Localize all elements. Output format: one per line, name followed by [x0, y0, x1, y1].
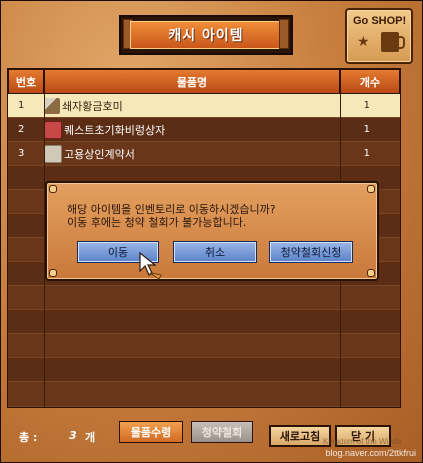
contract-icon — [44, 144, 62, 163]
row-item-name: 퀘스트초기화비렁상자 — [64, 123, 166, 137]
empty-row — [8, 358, 400, 382]
refresh-button[interactable]: 새로고침 — [269, 425, 331, 447]
cup-icon — [381, 32, 405, 52]
header-number: 번호 — [8, 69, 44, 94]
hammer-icon — [44, 97, 60, 114]
total-unit: 개 — [85, 431, 96, 444]
row-item-name: 쇄자황금호미 — [62, 99, 123, 113]
dialog-message-line1: 해당 아이템을 인벤토리로 이동하시겠습니까? — [67, 203, 276, 216]
row-item-name: 고용상인계약서 — [64, 147, 135, 161]
gift-box-icon — [44, 120, 62, 139]
receive-item-button[interactable]: 물품수령 — [119, 421, 183, 443]
empty-row — [8, 382, 400, 407]
title-cap-right — [279, 19, 289, 49]
watermark: blog.naver.com/2ttkfrui — [325, 448, 416, 458]
title-plate: 캐시 아이템 — [119, 15, 293, 55]
empty-row — [8, 310, 400, 334]
star-icon: ★ — [357, 34, 370, 50]
dialog-corner — [49, 185, 57, 193]
withdraw-request-button[interactable]: 청약철회신청 — [269, 241, 353, 263]
row-count: 1 — [363, 124, 370, 135]
goshop-button[interactable]: Go SHOP! ★ — [345, 8, 413, 64]
table-header: 번호 물품명 개수 — [8, 69, 400, 94]
row-count: 1 — [363, 148, 370, 159]
total-count: 3 — [69, 429, 77, 442]
header-count: 개수 — [340, 69, 400, 94]
dialog-message: 해당 아이템을 인벤토리로 이동하시겠습니까? 이동 후에는 청약 철회가 불가… — [67, 203, 357, 229]
pointer-cursor-icon — [139, 251, 162, 280]
table-row[interactable]: 2 퀘스트초기화비렁상자 1 — [8, 118, 400, 142]
dialog-message-line2: 이동 후에는 청약 철회가 불가능합니다. — [67, 216, 247, 229]
row-number: 2 — [18, 124, 25, 135]
withdraw-button[interactable]: 청약철회 — [191, 421, 253, 443]
window-title: 캐시 아이템 — [130, 21, 282, 49]
row-count: 1 — [363, 100, 370, 111]
row-name-cell: 퀘스트초기화비렁상자 — [44, 120, 340, 139]
dialog-corner — [367, 269, 375, 277]
confirm-dialog: 해당 아이템을 인벤토리로 이동하시겠습니까? 이동 후에는 청약 철회가 불가… — [45, 181, 379, 281]
table-row[interactable]: 3 고용상인계약서 1 — [8, 142, 400, 166]
cancel-button[interactable]: 취소 — [173, 241, 257, 263]
row-name-cell: 고용상인계약서 — [44, 144, 340, 163]
header-item-name: 물품명 — [44, 69, 340, 94]
total-label: 총 : — [19, 431, 38, 444]
row-number: 1 — [18, 100, 25, 111]
empty-row — [8, 334, 400, 358]
row-number: 3 — [18, 148, 25, 159]
faint-watermark: Kingdom of the Winds — [323, 437, 402, 446]
dialog-corner — [367, 185, 375, 193]
row-name-cell: 쇄자황금호미 — [44, 97, 340, 114]
dialog-corner — [49, 269, 57, 277]
cash-item-window: 캐시 아이템 Go SHOP! ★ 번호 물품명 개수 1 쇄자황금호미 1 2… — [0, 0, 423, 463]
goshop-label: Go SHOP! — [353, 15, 407, 27]
table-row[interactable]: 1 쇄자황금호미 1 — [8, 94, 400, 118]
empty-row — [8, 286, 400, 310]
